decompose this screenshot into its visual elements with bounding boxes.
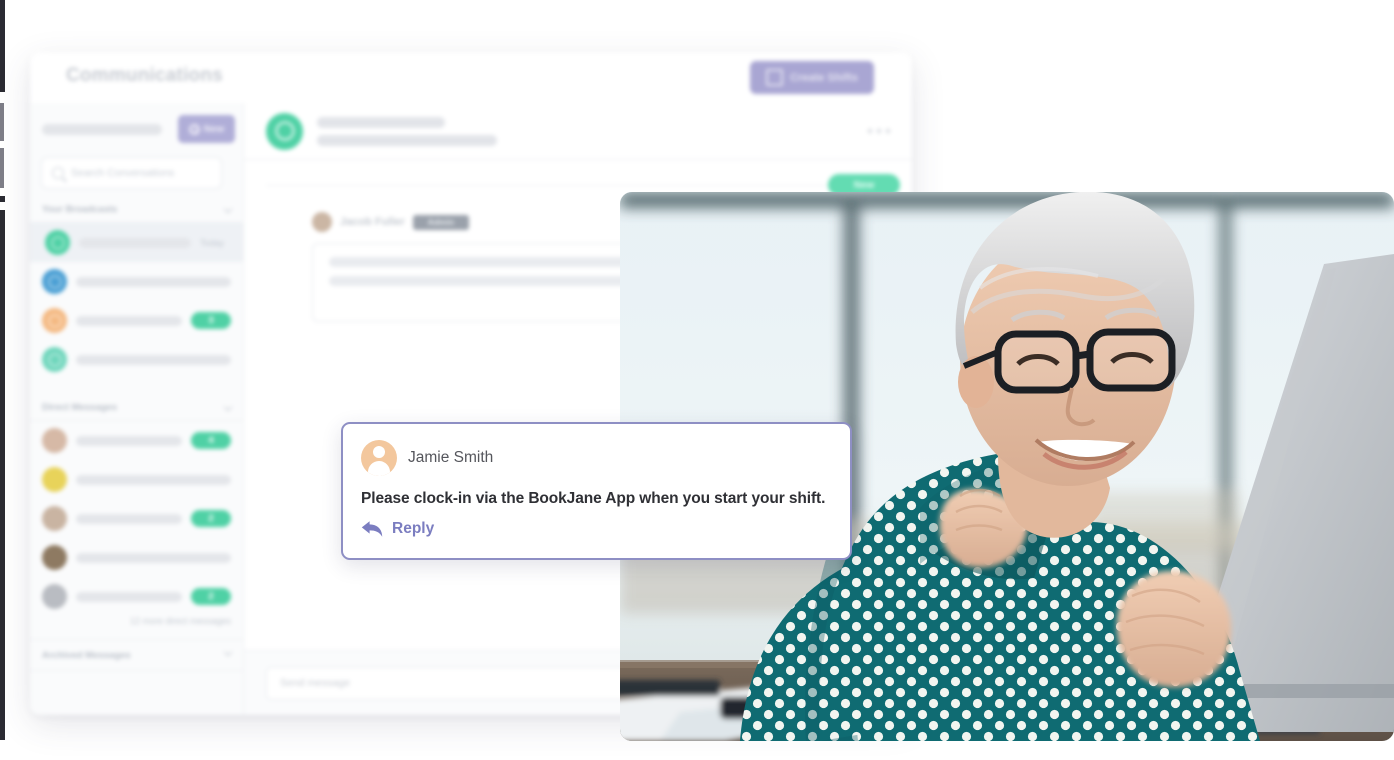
new-conversation-button[interactable]: New	[178, 115, 235, 143]
reply-button[interactable]: Reply	[361, 520, 832, 538]
list-item-placeholder	[76, 474, 231, 485]
list-item-placeholder	[76, 276, 231, 287]
avatar	[42, 584, 67, 609]
edge-cut-mark	[0, 148, 4, 188]
overflow-menu-button[interactable]	[868, 129, 890, 133]
create-shifts-label: Create Shifts	[790, 71, 858, 84]
list-item[interactable]	[30, 340, 243, 379]
new-messages-divider: New	[266, 174, 900, 196]
person-avatar-icon	[361, 440, 397, 476]
list-item-placeholder	[76, 552, 231, 563]
callout-author-name: Jamie Smith	[408, 449, 494, 466]
avatar	[42, 269, 67, 294]
new-button-label: New	[203, 123, 225, 135]
list-item-placeholder	[79, 237, 191, 248]
avatar	[42, 467, 67, 492]
list-item[interactable]	[30, 460, 243, 499]
avatar	[42, 347, 67, 372]
callout-header: Jamie Smith	[361, 440, 832, 476]
avatar	[312, 212, 332, 232]
unread-badge: 2	[191, 510, 231, 527]
avatar	[42, 545, 67, 570]
conversations-sidebar: New Search Conversations Your Broadcasts	[30, 103, 244, 715]
list-item[interactable]: Today	[30, 223, 243, 262]
section-header-direct-messages[interactable]: Direct Messages	[30, 395, 243, 421]
search-input[interactable]: Search Conversations	[41, 157, 222, 189]
message-callout-card: Jamie Smith Please clock-in via the Book…	[341, 422, 852, 560]
author-role-badge: Admin	[412, 214, 469, 230]
create-shifts-button[interactable]: Create Shifts	[750, 61, 874, 94]
message-author-name: Jacob Fuller	[340, 216, 405, 228]
list-item[interactable]: 3	[30, 301, 243, 340]
list-item-placeholder	[76, 591, 182, 602]
avatar	[42, 428, 67, 453]
unread-badge: 2	[191, 588, 231, 605]
plus-icon	[188, 123, 200, 135]
list-item[interactable]: 4	[30, 421, 243, 460]
list-item-placeholder	[76, 354, 231, 365]
sidebar-scroll: Your Broadcasts Today 3 Direct Messages …	[30, 197, 243, 671]
conversation-title-placeholder	[317, 116, 854, 146]
search-placeholder: Search Conversations	[71, 167, 175, 179]
list-item-time: Today	[200, 237, 225, 248]
edge-cut-mark	[0, 210, 5, 740]
list-item[interactable]	[30, 538, 243, 577]
edge-cut-mark	[0, 0, 5, 92]
avatar	[42, 308, 67, 333]
section-title: Direct Messages	[42, 402, 117, 413]
section-header-broadcasts[interactable]: Your Broadcasts	[30, 197, 243, 223]
unread-badge: 4	[191, 432, 231, 449]
list-item[interactable]	[30, 262, 243, 301]
edge-cut-mark	[0, 103, 4, 141]
search-icon	[52, 167, 64, 179]
avatar	[266, 112, 303, 150]
list-item-placeholder	[76, 435, 182, 446]
conversation-header	[244, 103, 912, 160]
list-item-placeholder	[76, 513, 182, 524]
more-direct-messages-link[interactable]: 12 more direct messages	[30, 616, 243, 633]
chevron-down-icon	[223, 204, 233, 214]
list-item[interactable]: 2	[30, 499, 243, 538]
list-item[interactable]: 2	[30, 577, 243, 616]
page-title: Communications	[66, 65, 223, 86]
edge-cut-mark	[0, 196, 5, 202]
avatar	[45, 230, 70, 255]
composer-placeholder: Send message	[280, 677, 351, 689]
chevron-down-icon	[223, 647, 233, 657]
sidebar-header: New	[30, 103, 243, 155]
window-topbar: Communications Create Shifts	[30, 52, 912, 104]
reply-arrow-icon	[361, 521, 383, 537]
screenshot-stage: Communications Create Shifts New Search …	[0, 0, 1394, 760]
unread-badge: 3	[191, 312, 231, 329]
callout-message-text: Please clock-in via the BookJane App whe…	[361, 490, 826, 507]
list-item-placeholder	[76, 315, 182, 326]
section-header-archived[interactable]: Archived Messages	[30, 639, 243, 671]
section-title: Archived Messages	[42, 649, 131, 661]
calendar-plus-icon	[766, 69, 784, 86]
reply-label: Reply	[392, 520, 435, 537]
avatar	[42, 506, 67, 531]
section-title: Your Broadcasts	[42, 204, 118, 215]
chevron-down-icon	[223, 402, 233, 412]
sidebar-header-placeholder	[42, 124, 162, 135]
